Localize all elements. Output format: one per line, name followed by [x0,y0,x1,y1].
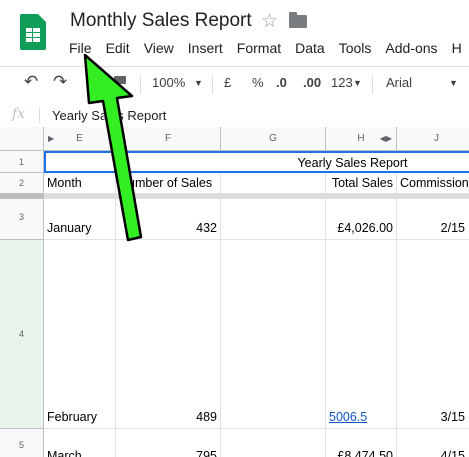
arrow-annotation [83,53,143,242]
arrow-pointer-icon [83,53,143,242]
